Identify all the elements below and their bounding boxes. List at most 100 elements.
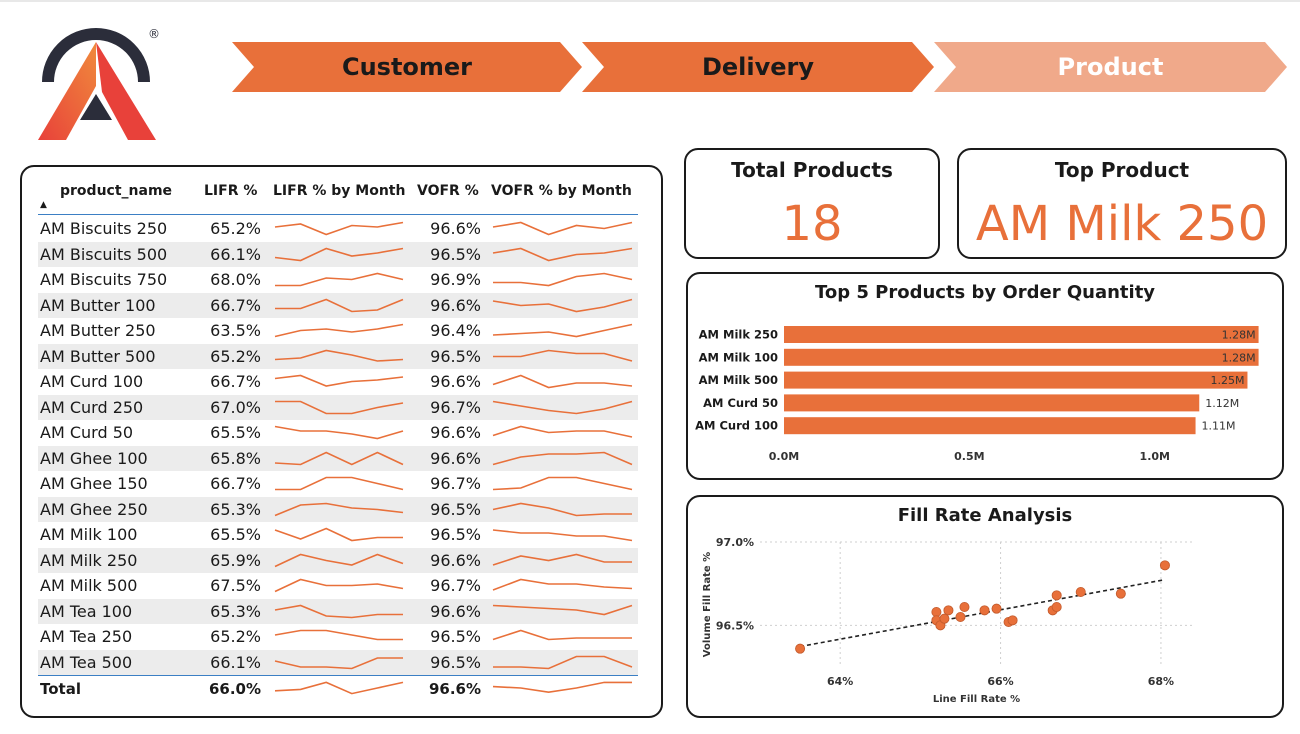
scatter-point[interactable] bbox=[1007, 615, 1018, 626]
scatter-point[interactable] bbox=[955, 612, 966, 623]
table-row[interactable]: AM Biscuits 250 65.2% 96.6% bbox=[38, 216, 638, 242]
header-vofr-by-month[interactable]: VOFR % by Month bbox=[491, 183, 632, 199]
header-lifr-by-month[interactable]: LIFR % by Month bbox=[273, 183, 405, 199]
table-row[interactable]: AM Curd 250 67.0% 96.7% bbox=[38, 394, 638, 420]
scatter-point[interactable] bbox=[959, 602, 970, 613]
bar[interactable] bbox=[784, 326, 1259, 343]
vofr-cell: 96.5% bbox=[430, 652, 481, 672]
lifr-sparkline bbox=[274, 425, 404, 440]
x-tick-label: 66% bbox=[987, 675, 1013, 688]
lifr-sparkline bbox=[274, 221, 404, 236]
lifr-cell: 65.8% bbox=[210, 448, 261, 468]
vofr-sparkline bbox=[492, 247, 633, 261]
lifr-cell: 66.1% bbox=[210, 652, 261, 672]
sparkline-line bbox=[492, 323, 633, 338]
table-row[interactable]: AM Tea 500 66.1% 96.5% bbox=[38, 649, 638, 675]
header-vofr[interactable]: VOFR % bbox=[417, 183, 479, 199]
header-product-name[interactable]: product_name bbox=[60, 183, 172, 199]
scatter-point[interactable] bbox=[1051, 602, 1062, 613]
table-header: product_name LIFR % LIFR % by Month VOFR… bbox=[38, 181, 638, 215]
total-label: Total bbox=[40, 680, 81, 698]
table-row[interactable]: AM Milk 100 65.5% 96.5% bbox=[38, 522, 638, 548]
table-row[interactable]: AM Butter 500 65.2% 96.5% bbox=[38, 343, 638, 369]
x-axis-label: Line Fill Rate % bbox=[933, 694, 1020, 705]
nav-tab-product[interactable]: Product bbox=[934, 42, 1287, 92]
sparkline-line bbox=[274, 604, 403, 618]
sparkline-line bbox=[274, 247, 404, 261]
lifr-sparkline bbox=[274, 578, 404, 593]
bar[interactable] bbox=[784, 417, 1196, 435]
total-products-card: Total Products 18 bbox=[684, 148, 940, 259]
table-row[interactable]: AM Butter 250 63.5% 96.4% bbox=[38, 318, 638, 344]
total-vofr-sparkline bbox=[492, 681, 632, 694]
scatter-point[interactable] bbox=[795, 643, 806, 654]
table-row[interactable]: AM Curd 50 65.5% 96.6% bbox=[38, 420, 638, 446]
vofr-cell: 96.5% bbox=[430, 346, 481, 366]
scatter-point[interactable] bbox=[979, 605, 990, 616]
table-row[interactable]: AM Ghee 100 65.8% 96.6% bbox=[38, 445, 638, 471]
table-row[interactable]: AM Ghee 150 66.7% 96.7% bbox=[38, 471, 638, 497]
table-row[interactable]: AM Biscuits 750 68.0% 96.9% bbox=[38, 267, 638, 293]
bar-data-label: 1.28M bbox=[1222, 351, 1256, 364]
vofr-sparkline bbox=[493, 349, 633, 362]
table-row[interactable]: AM Butter 100 66.7% 96.6% bbox=[38, 292, 638, 318]
lifr-sparkline bbox=[274, 323, 404, 338]
table-row[interactable]: AM Curd 100 66.7% 96.6% bbox=[38, 369, 638, 395]
scatter-point[interactable] bbox=[1051, 590, 1062, 601]
sparkline-line bbox=[274, 681, 404, 695]
scatter-point[interactable] bbox=[1075, 587, 1086, 598]
table-row[interactable]: AM Ghee 250 65.3% 96.5% bbox=[38, 496, 638, 522]
table-row[interactable]: AM Milk 250 65.9% 96.6% bbox=[38, 547, 638, 573]
nav-tab-product-label: Product bbox=[1057, 53, 1164, 81]
sparkline-line bbox=[492, 451, 633, 465]
registered-mark: ® bbox=[148, 27, 160, 41]
table-row[interactable]: AM Tea 100 65.3% 96.6% bbox=[38, 598, 638, 624]
table-row[interactable]: AM Milk 500 67.5% 96.7% bbox=[38, 573, 638, 599]
vofr-sparkline bbox=[492, 604, 633, 615]
bar[interactable] bbox=[784, 348, 1259, 366]
lifr-cell: 66.1% bbox=[210, 244, 261, 264]
sparkline-line bbox=[274, 578, 404, 593]
sparkline-line bbox=[274, 425, 404, 440]
sparkline-line bbox=[275, 298, 404, 312]
lifr-sparkline bbox=[274, 629, 403, 641]
vofr-sparkline bbox=[492, 374, 633, 389]
scatter-point[interactable] bbox=[1159, 560, 1170, 571]
lifr-cell: 68.0% bbox=[210, 270, 261, 289]
table-row[interactable]: AM Tea 250 65.2% 96.5% bbox=[38, 624, 638, 650]
sparkline-line bbox=[274, 323, 404, 338]
lifr-sparkline bbox=[274, 553, 404, 567]
page-navigation: Customer Delivery Product bbox=[232, 42, 1287, 92]
product-name-cell: AM Curd 250 bbox=[40, 397, 144, 417]
sparkline-line bbox=[492, 374, 633, 389]
bar-chart-plot: AM Milk 250 1.28M AM Milk 100 1.28M AM Milk … bbox=[695, 326, 1259, 463]
x-tick-label: 0.0M bbox=[769, 450, 799, 463]
lifr-sparkline bbox=[275, 298, 404, 312]
vofr-sparkline bbox=[492, 529, 633, 542]
bar[interactable] bbox=[784, 371, 1248, 389]
bar-data-label: 1.28M bbox=[1222, 329, 1256, 342]
scatter-point[interactable] bbox=[1115, 588, 1126, 599]
table-row[interactable]: AM Biscuits 500 66.1% 96.5% bbox=[38, 241, 638, 267]
scatter-point[interactable] bbox=[943, 605, 954, 616]
scatter-point[interactable] bbox=[931, 607, 942, 618]
bar-category-label: AM Milk 250 bbox=[699, 328, 778, 342]
sparkline-line bbox=[275, 272, 404, 287]
scatter-point[interactable] bbox=[991, 603, 1002, 614]
lifr-sparkline bbox=[275, 272, 404, 287]
sparkline-line bbox=[274, 502, 404, 516]
sparkline-line bbox=[492, 681, 632, 694]
nav-tab-customer[interactable]: Customer bbox=[232, 42, 582, 92]
nav-tab-delivery[interactable]: Delivery bbox=[582, 42, 934, 92]
vofr-cell: 96.9% bbox=[430, 270, 481, 289]
header-lifr[interactable]: LIFR % bbox=[204, 183, 257, 199]
vofr-cell: 96.7% bbox=[430, 397, 481, 417]
bar[interactable] bbox=[784, 394, 1200, 412]
sort-ascending-icon[interactable]: ▲ bbox=[40, 200, 47, 210]
lifr-sparkline bbox=[274, 656, 403, 669]
vofr-sparkline bbox=[492, 323, 633, 338]
scatter-point[interactable] bbox=[939, 613, 950, 624]
product-name-cell: AM Ghee 100 bbox=[40, 448, 148, 468]
lifr-cell: 65.3% bbox=[210, 601, 261, 621]
vofr-sparkline bbox=[492, 578, 633, 591]
